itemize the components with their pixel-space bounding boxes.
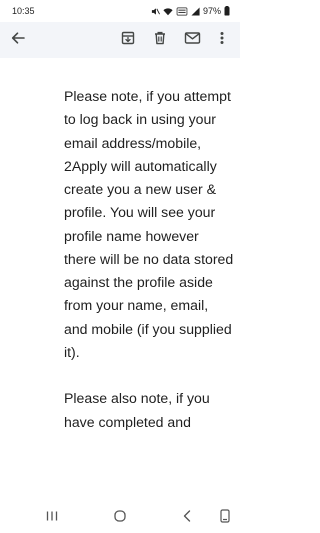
delete-button[interactable] [148,28,172,52]
delete-icon [152,30,168,51]
signal-icon [191,6,200,16]
status-bar: 10:35 97% [0,0,240,22]
recents-button[interactable] [42,509,62,527]
system-navigation-bar [0,503,240,533]
email-paragraph: Please also note, if you have completed … [64,390,210,430]
wifi-icon [163,7,173,16]
more-options-button[interactable] [210,28,234,52]
mute-icon [151,7,160,16]
mark-unread-icon [184,30,201,51]
back-button[interactable] [6,28,30,52]
more-vert-icon [219,30,225,51]
email-paragraph: Please note, if you attempt to log back … [64,88,234,360]
keyboard-icon [219,508,231,528]
archive-icon [120,30,136,51]
email-body: Please note, if you attempt to log back … [64,85,234,434]
status-time: 10:35 [12,6,35,16]
volte-icon [176,7,188,16]
back-arrow-icon [10,30,26,51]
status-icons: 97% [151,6,230,16]
keyboard-button[interactable] [215,508,235,528]
battery-percent: 97% [202,6,221,16]
archive-button[interactable] [116,28,140,52]
home-button[interactable] [110,509,130,527]
nav-back-button[interactable] [177,509,197,527]
recents-icon [45,509,59,527]
email-detail-screen: 10:35 97% Please note, if you attempt to… [0,0,240,533]
top-app-bar [0,22,240,58]
battery-icon [224,6,230,16]
mark-unread-button[interactable] [180,28,204,52]
home-icon [113,509,127,528]
back-icon [182,509,192,528]
